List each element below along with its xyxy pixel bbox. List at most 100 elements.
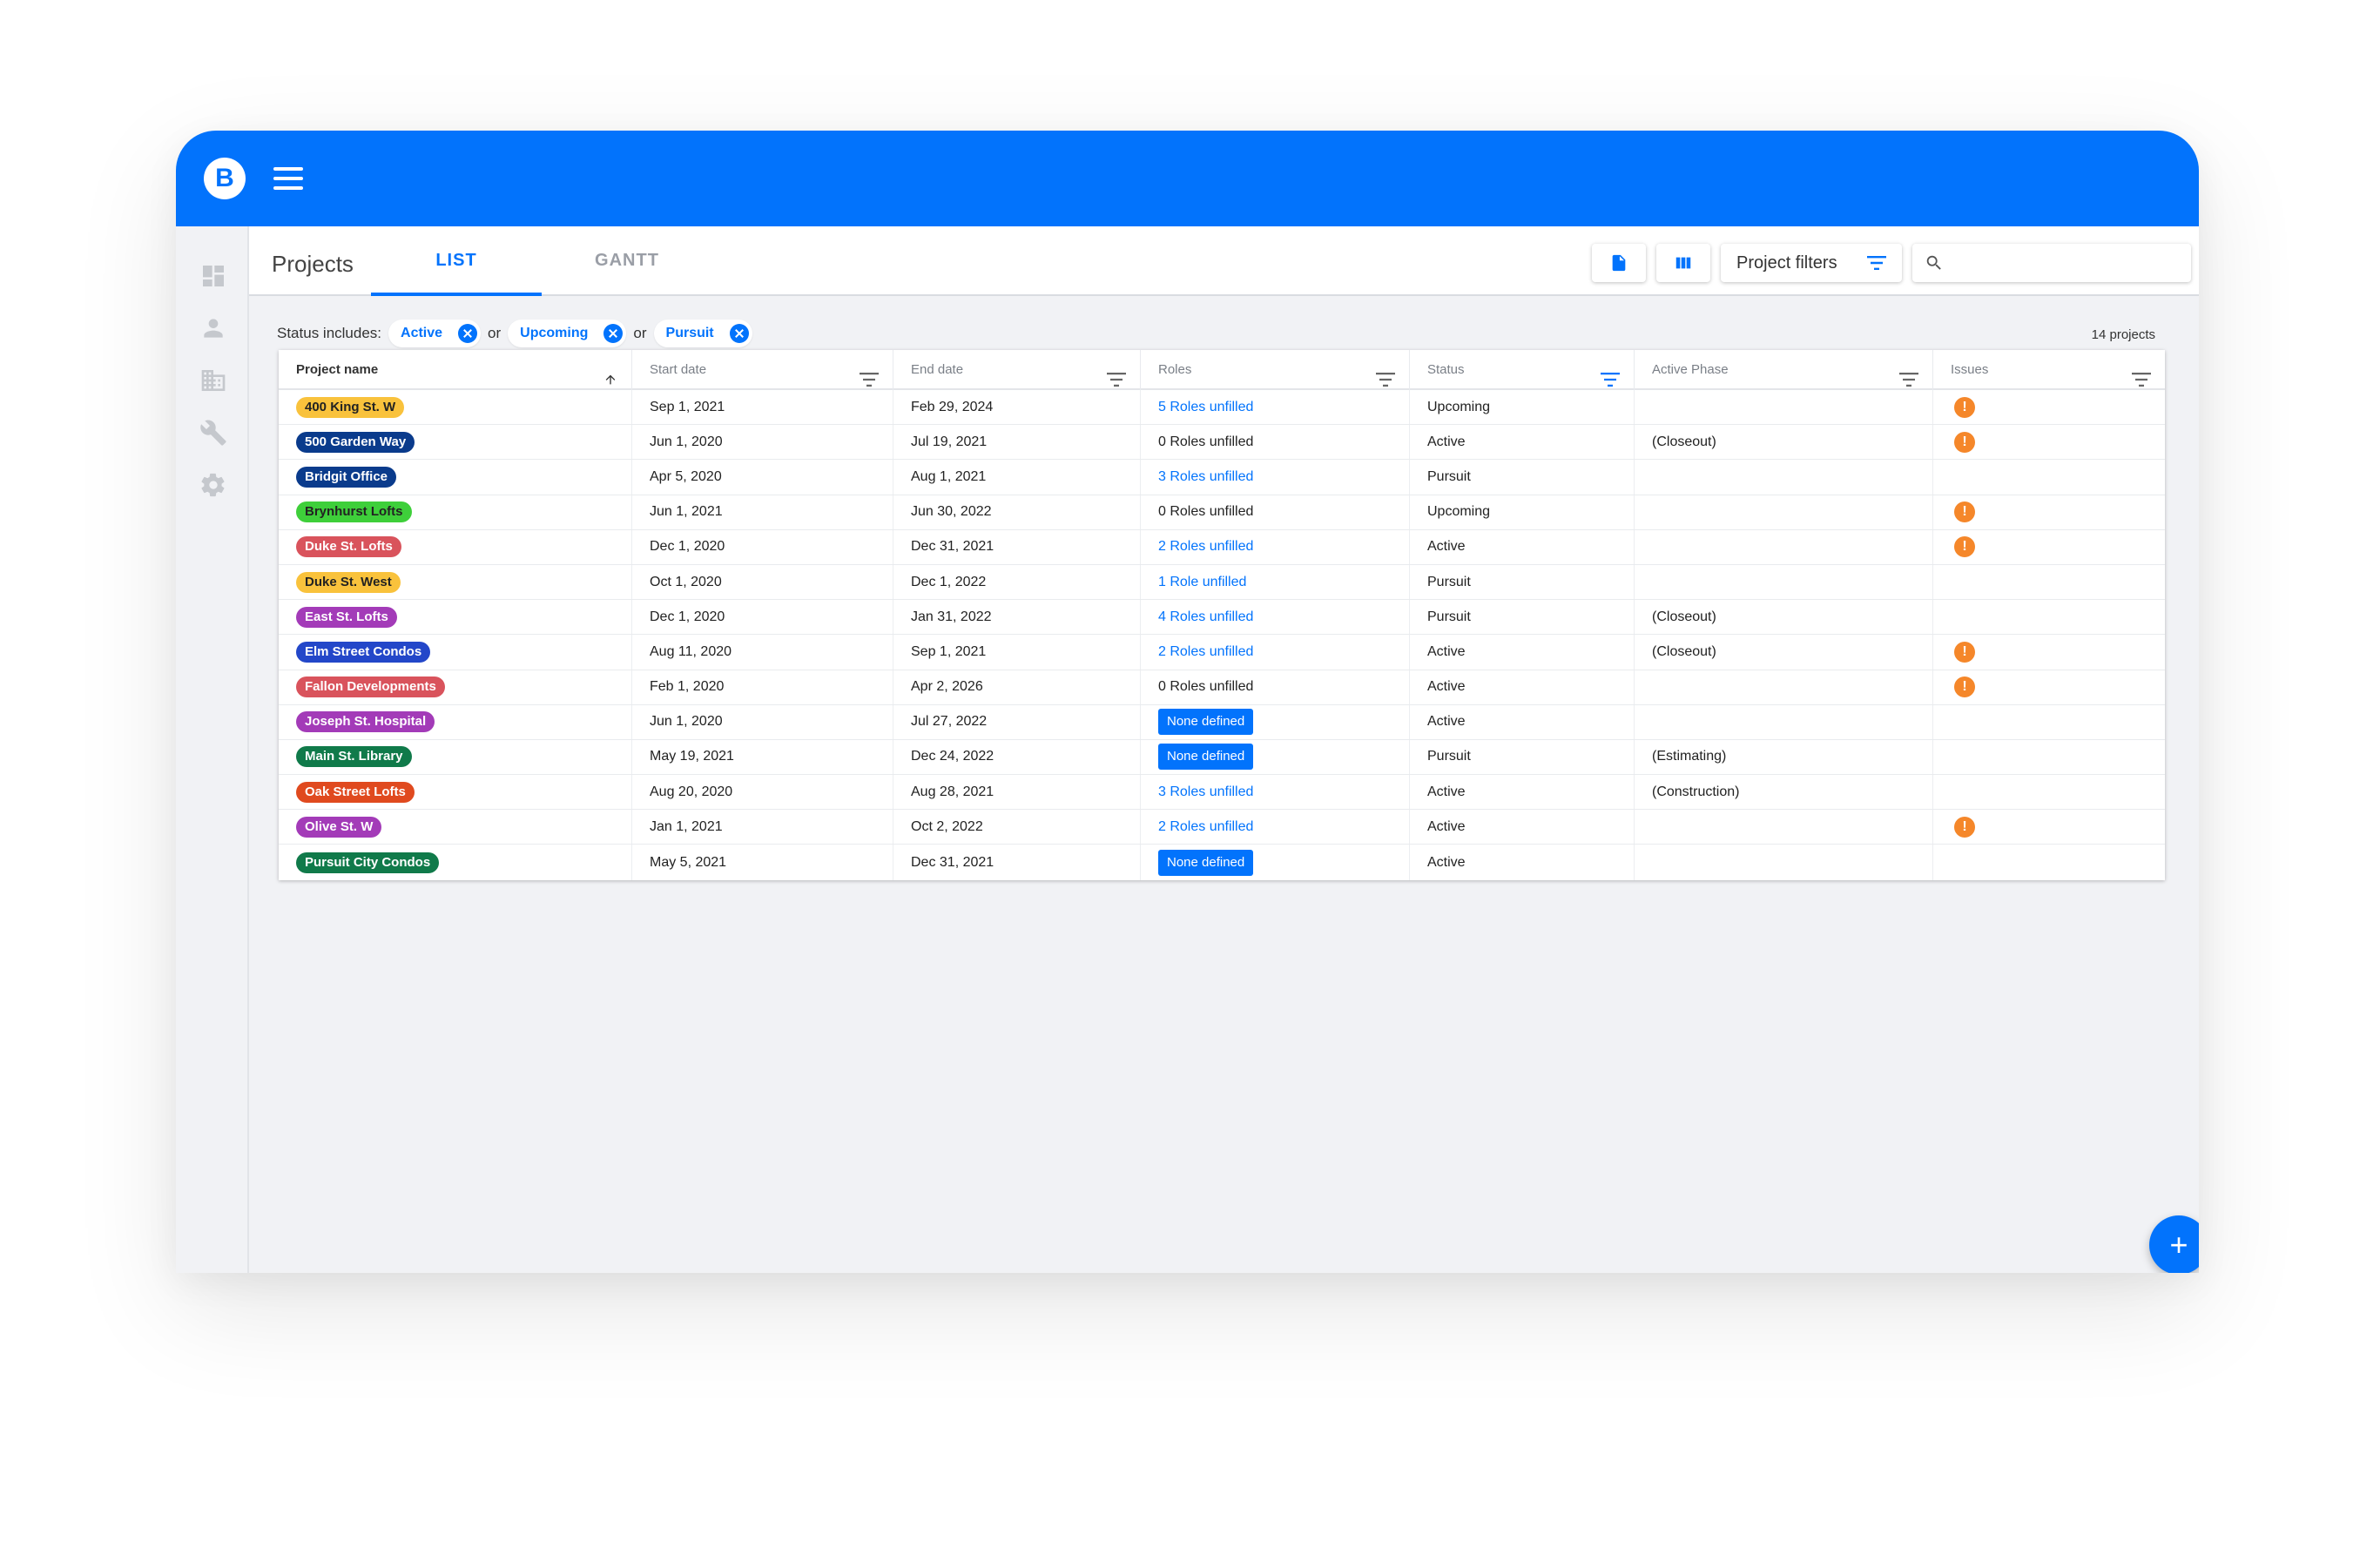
none-defined-badge[interactable]: None defined — [1158, 744, 1254, 771]
column-filter-icon[interactable] — [1601, 363, 1620, 403]
column-filter-icon[interactable] — [2132, 363, 2151, 403]
cell-end-date: Aug 28, 2021 — [893, 775, 1141, 810]
bridgit-logo[interactable]: B — [204, 158, 246, 199]
project-name-pill[interactable]: Duke St. West — [296, 571, 401, 593]
project-name-pill[interactable]: Bridgit Office — [296, 466, 397, 488]
project-name-pill[interactable]: Brynhurst Lofts — [296, 502, 412, 523]
table-row[interactable]: Pursuit City Condos May 5, 2021 Dec 31, 20… — [279, 845, 2165, 880]
remove-chip-icon[interactable] — [458, 324, 478, 343]
cell-start-date: Jan 1, 2021 — [632, 810, 893, 845]
cell-status: Active — [1410, 635, 1635, 670]
roles-unfilled-link[interactable]: 1 Role unfilled — [1158, 575, 1246, 590]
project-name-pill[interactable]: Oak Street Lofts — [296, 781, 415, 803]
cell-active-phase — [1635, 495, 1933, 529]
cell-status: Active — [1410, 704, 1635, 739]
issue-warning-icon[interactable]: ! — [1954, 641, 1975, 663]
table-row[interactable]: 500 Garden Way Jun 1, 2020 Jul 19, 2021 0 R… — [279, 425, 2165, 461]
column-header[interactable]: Roles — [1141, 350, 1410, 390]
person-icon[interactable] — [199, 313, 228, 343]
project-name-pill[interactable]: Fallon Developments — [296, 677, 445, 698]
cell-active-phase: (Closeout) — [1635, 635, 1933, 670]
roles-unfilled-link[interactable]: 3 Roles unfilled — [1158, 469, 1253, 485]
project-name-pill[interactable]: Main St. Library — [296, 746, 412, 768]
roles-unfilled-link[interactable]: 3 Roles unfilled — [1158, 784, 1253, 800]
status-chip-upcoming[interactable]: Upcoming — [508, 320, 627, 347]
roles-unfilled-link[interactable]: 2 Roles unfilled — [1158, 819, 1253, 835]
search-box[interactable] — [1912, 244, 2191, 282]
remove-chip-icon[interactable] — [729, 324, 749, 343]
project-name-pill[interactable]: East St. Lofts — [296, 606, 397, 628]
issue-warning-icon[interactable]: ! — [1954, 502, 1975, 523]
cell-project-name: Duke St. West — [279, 564, 632, 600]
add-project-button[interactable]: + — [2149, 1215, 2199, 1273]
sort-ascending-icon[interactable] — [603, 363, 617, 403]
cell-status: Active — [1410, 425, 1635, 460]
cell-end-date: Dec 31, 2021 — [893, 529, 1141, 564]
column-filter-icon[interactable] — [1376, 363, 1395, 403]
project-name-pill[interactable]: 400 King St. W — [296, 396, 405, 418]
cell-project-name: 400 King St. W — [279, 390, 632, 425]
cell-issues — [1933, 600, 2165, 634]
none-defined-badge[interactable]: None defined — [1158, 849, 1254, 876]
table-row[interactable]: Fallon Developments Feb 1, 2020 Apr 2, 202… — [279, 670, 2165, 705]
hamburger-menu-icon[interactable] — [273, 167, 303, 190]
roles-unfilled-text: 0 Roles unfilled — [1158, 434, 1254, 449]
column-filter-icon[interactable] — [1899, 363, 1918, 403]
cell-project-name: Elm Street Condos — [279, 635, 632, 670]
project-name-pill[interactable]: Joseph St. Hospital — [296, 711, 435, 733]
remove-chip-icon[interactable] — [603, 324, 624, 343]
project-name-pill[interactable]: Elm Street Condos — [296, 641, 431, 663]
roles-unfilled-link[interactable]: 2 Roles unfilled — [1158, 539, 1253, 555]
table-row[interactable]: 400 King St. W Sep 1, 2021 Feb 29, 2024 5 R… — [279, 390, 2165, 426]
project-filters-button[interactable]: Project filters — [1721, 244, 1902, 282]
cell-active-phase — [1635, 564, 1933, 600]
column-header[interactable]: Status — [1410, 350, 1635, 390]
roles-unfilled-link[interactable]: 5 Roles unfilled — [1158, 400, 1253, 415]
columns-button[interactable] — [1656, 244, 1710, 282]
tab-gantt[interactable]: GANTT — [542, 251, 712, 296]
issue-warning-icon[interactable]: ! — [1954, 816, 1975, 838]
column-header[interactable]: Project name — [279, 350, 632, 390]
table-row[interactable]: Main St. Library May 19, 2021 Dec 24, 2022… — [279, 739, 2165, 776]
column-header[interactable]: Issues — [1933, 350, 2165, 390]
roles-unfilled-text: 0 Roles unfilled — [1158, 504, 1254, 520]
dashboard-icon[interactable] — [199, 261, 228, 291]
issue-warning-icon[interactable]: ! — [1954, 431, 1975, 453]
column-header[interactable]: End date — [893, 350, 1141, 390]
building-icon[interactable] — [199, 366, 228, 395]
table-row[interactable]: East St. Lofts Dec 1, 2020 Jan 31, 2022 4 R… — [279, 600, 2165, 636]
status-chip-active[interactable]: Active — [388, 320, 482, 347]
tab-list[interactable]: LIST — [371, 251, 542, 296]
table-row[interactable]: Oak Street Lofts Aug 20, 2020 Aug 28, 2021… — [279, 775, 2165, 811]
wrench-icon[interactable] — [199, 418, 228, 448]
status-chip-pursuit[interactable]: Pursuit — [653, 320, 752, 347]
export-document-button[interactable] — [1592, 244, 1646, 282]
issue-warning-icon[interactable]: ! — [1954, 677, 1975, 698]
table-row[interactable]: Elm Street Condos Aug 11, 2020 Sep 1, 2021… — [279, 635, 2165, 670]
project-name-pill[interactable]: 500 Garden Way — [296, 431, 415, 453]
roles-unfilled-link[interactable]: 4 Roles unfilled — [1158, 609, 1253, 625]
project-name-pill[interactable]: Olive St. W — [296, 816, 382, 838]
column-filter-icon[interactable] — [1107, 363, 1126, 403]
column-header-label: Roles — [1158, 362, 1192, 377]
search-input[interactable] — [1954, 249, 2181, 277]
table-row[interactable]: Duke St. Lofts Dec 1, 2020 Dec 31, 2021 2 R… — [279, 529, 2165, 565]
table-row[interactable]: Joseph St. Hospital Jun 1, 2020 Jul 27, 20… — [279, 704, 2165, 740]
cell-status: Active — [1410, 845, 1635, 880]
table-row[interactable]: Olive St. W Jan 1, 2021 Oct 2, 2022 2 Roles… — [279, 810, 2165, 845]
roles-unfilled-link[interactable]: 2 Roles unfilled — [1158, 644, 1253, 660]
column-header-label: Issues — [1951, 362, 1989, 377]
table-row[interactable]: Bridgit Office Apr 5, 2020 Aug 1, 2021 3 Ro… — [279, 460, 2165, 495]
gear-icon[interactable] — [199, 470, 228, 500]
cell-start-date: May 19, 2021 — [632, 739, 893, 775]
column-filter-icon[interactable] — [860, 363, 879, 403]
table-row[interactable]: Duke St. West Oct 1, 2020 Dec 1, 2022 1 Rol… — [279, 564, 2165, 601]
column-header[interactable]: Active Phase — [1635, 350, 1933, 390]
issue-warning-icon[interactable]: ! — [1954, 396, 1975, 418]
column-header[interactable]: Start date — [632, 350, 893, 390]
project-name-pill[interactable]: Pursuit City Condos — [296, 852, 440, 873]
table-row[interactable]: Brynhurst Lofts Jun 1, 2021 Jun 30, 2022 0 … — [279, 495, 2165, 530]
project-name-pill[interactable]: Duke St. Lofts — [296, 536, 401, 558]
none-defined-badge[interactable]: None defined — [1158, 709, 1254, 736]
issue-warning-icon[interactable]: ! — [1954, 536, 1975, 558]
